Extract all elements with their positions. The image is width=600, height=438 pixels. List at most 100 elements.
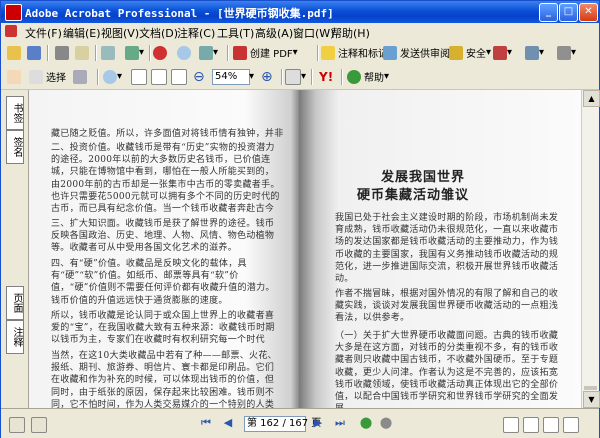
toolbar-separator [97,69,99,85]
close-button[interactable]: ✕ [579,3,598,22]
navigation-panel-tabs: 书签 签名 页面 注释 [1,90,29,408]
continuous-icon[interactable] [523,417,539,433]
menu-comments[interactable]: 注释(C) [177,25,215,41]
fit-page-button[interactable] [151,68,167,85]
right-paragraph-3: （一）关于扩大世界硬币收藏面问题。古典的钱币收藏大多是在这方面，对钱币的分类重视… [335,331,559,408]
zoom-tool-button[interactable]: ▾ [103,68,122,85]
go-back-view-button[interactable]: ⬤ [359,416,373,430]
left-paragraph-3: 三、扩大知识面。收藏钱币是获了解世界的途径。钱币反映各国政治、历史、地理、人物、… [51,219,275,254]
web-capture-button[interactable] [153,44,167,61]
email-button[interactable] [75,44,89,61]
rotate-button[interactable]: ▾ [285,68,306,85]
toolbar-separator [95,45,97,61]
first-page-button[interactable]: ⏮ [199,416,213,430]
right-paragraph-2: 作者不揣冒昧，根据对国外情况的有限了解和自己的收藏实践，谈谈对发展我国世界硬币收… [335,289,559,324]
scroll-up-arrow[interactable]: ▲ [583,90,600,107]
single-page-icon[interactable] [503,417,519,433]
hand-tool-button[interactable] [7,68,21,85]
zoom-dropdown-button[interactable]: ▾ [249,68,254,85]
create-pdf-label: 创建 PDF [250,49,293,60]
next-page-button[interactable]: ▶ [311,416,325,430]
send-review-label: 发送供审阅 [400,49,450,60]
right-page-title-line-1: 发展我国世界 [381,170,466,185]
title-bar: Adobe Acrobat Professional - [世界硬币钢收集.pd… [1,1,599,23]
vertical-scrollbar[interactable]: ▲ ▼ [581,90,600,408]
left-page: 藏已随之贬值。所以，许多面值对将钱币情有独钟，并非偶然。 二、投资价值。收藏钱币… [29,90,299,408]
continuous-facing-icon[interactable] [563,417,579,433]
zoom-icon [103,69,117,84]
maximize-button[interactable]: □ [559,3,578,22]
menu-advanced[interactable]: 高级(A) [255,25,293,41]
fit-width-button[interactable] [171,68,187,85]
navigation-toolbar: 选择 ▾ ⊖ 54% ▾ ⊕ ▾ Y! 帮助 ▾ [1,65,599,90]
panel-toggle-icon[interactable] [9,417,25,433]
select-tool-button[interactable]: 选择 [29,68,66,85]
organizer-icon [101,45,115,60]
menu-document[interactable]: 文档(D) [139,25,178,41]
snapshot-button[interactable] [73,68,87,85]
page-size-icon[interactable] [31,417,47,433]
facing-icon[interactable] [543,417,559,433]
last-page-button[interactable]: ⏭ [333,416,347,430]
toolbar-separator [341,69,343,85]
tab-signatures[interactable]: 签名 [6,130,24,164]
left-paragraph-6: 当然，在这10大类收藏品中若有了种——邮票、火花、报纸、期刊、旅游券、明信片、寰… [51,351,277,408]
zoom-in-button-2[interactable]: ⊕ [261,68,273,85]
fit-page-icon [151,68,167,85]
attach-button[interactable]: ▾ [125,44,144,61]
right-page-title-line-2: 硬币集藏活动雏议 [357,188,470,203]
forms-icon [525,45,539,60]
print-button[interactable] [55,44,69,61]
zoom-in-button[interactable] [177,44,191,61]
tab-bookmarks[interactable]: 书签 [6,96,24,130]
help-label: 帮助 [364,73,384,84]
scroll-down-arrow[interactable]: ▼ [583,391,600,408]
document-view[interactable]: 藏已随之贬值。所以，许多面值对将钱币情有独钟，并非偶然。 二、投资价值。收藏钱币… [29,90,582,408]
tab-pages[interactable]: 页面 [6,286,24,320]
toolbar-options-button[interactable]: ▾ [557,44,576,61]
help-icon [347,69,361,84]
pen-icon [493,45,507,60]
minimize-button[interactable]: _ [539,3,558,22]
go-forward-view-button[interactable]: ⬤ [379,416,393,430]
lock-icon [449,45,463,60]
help-button[interactable]: 帮助 ▾ [347,68,389,85]
yahoo-button[interactable]: Y! [319,68,333,85]
menu-help[interactable]: 帮助(H) [331,25,370,41]
menu-tools[interactable]: 工具(T) [217,25,254,41]
page-number-field[interactable]: 第 162 / 167 页 [244,416,321,432]
sign-button[interactable]: ▾ [493,44,512,61]
security-button[interactable]: 安全 ▾ [449,44,491,61]
create-pdf-button[interactable]: 创建 PDF ▾ [233,44,298,61]
save-button[interactable] [27,44,41,61]
select-label: 选择 [46,73,66,84]
right-paragraph-1: 我国已处于社会主义建设时期的阶段，市场机制尚未发育成熟，钱币收藏活动仍未很规范化… [335,213,559,285]
zoom-field[interactable]: 54% [212,69,250,85]
status-bar: ⏮ ◀ 第 162 / 167 页 ▶ ⏭ ⬤ ⬤ [1,408,599,438]
forms-button[interactable]: ▾ [525,44,544,61]
acrobat-app-icon [5,4,22,21]
menu-file[interactable]: 文件(F) [25,25,62,41]
disk-icon [199,45,213,60]
toolbar-separator [311,69,313,85]
actual-size-button[interactable] [131,68,147,85]
menu-edit[interactable]: 编辑(E) [63,25,101,41]
zoom-out-button[interactable]: ⊖ [193,68,205,85]
menu-view[interactable]: 视图(V) [101,25,139,41]
review-icon [383,45,397,60]
previous-page-button[interactable]: ◀ [221,416,235,430]
menu-window[interactable]: 窗口(W) [293,25,334,41]
open-button[interactable] [7,44,21,61]
menu-bar: 文件(F) 编辑(E) 视图(V) 文档(D) 注释(C) 工具(T) 高级(A… [1,23,599,42]
note-icon [321,45,335,60]
document-menu-icon[interactable] [5,25,17,37]
globe-icon [153,45,167,60]
comment-label: 注释和标记 [338,49,388,60]
organizer-button[interactable] [101,44,115,61]
save-copy-button[interactable]: ▾ [199,44,218,61]
printer-icon [55,45,69,60]
left-paragraph-2: 二、投资价值。收藏钱币是带有“历史”实物的投资潜力的途径。2000年以前的大多数… [51,143,280,215]
tab-comments[interactable]: 注释 [6,320,24,354]
scroll-thumb[interactable] [584,386,597,390]
send-review-button[interactable]: 发送供审阅 ▾ [383,44,455,61]
